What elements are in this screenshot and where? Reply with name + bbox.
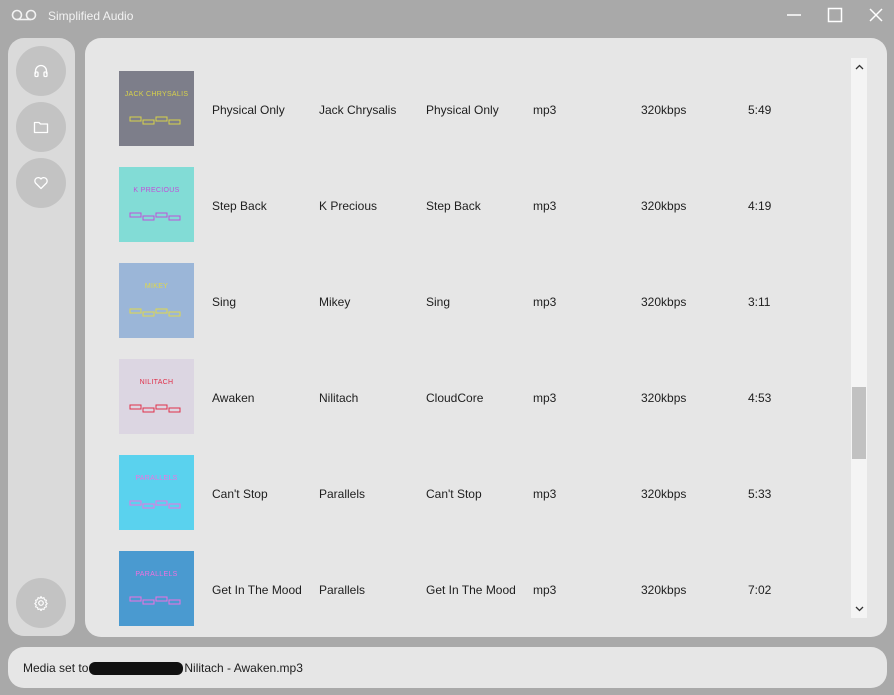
maximize-button[interactable] <box>817 0 853 30</box>
headphones-icon <box>34 64 48 78</box>
album-cover: K PRECIOUS <box>119 167 194 242</box>
status-message: Media set to Nilitach - Awaken.mp3 <box>23 661 303 675</box>
song-format: mp3 <box>533 487 557 501</box>
song-artist: K Precious <box>319 199 378 213</box>
song-title: Awaken <box>212 391 255 405</box>
song-artist: Nilitach <box>319 391 359 405</box>
now-playing-button[interactable] <box>16 46 66 96</box>
song-artist: Jack Chrysalis <box>319 103 397 117</box>
chevron-up-icon <box>855 64 863 70</box>
album-cover: MIKEY <box>119 263 194 338</box>
song-title: Step Back <box>212 199 267 213</box>
song-duration: 4:19 <box>748 199 772 213</box>
song-bitrate: 320kbps <box>641 583 687 597</box>
song-bitrate: 320kbps <box>641 103 687 117</box>
library-button[interactable] <box>16 102 66 152</box>
gear-icon <box>34 595 48 611</box>
song-row[interactable]: MIKEY Sing Mikey Sing mp3 320kbps 3:11 <box>85 263 845 359</box>
song-format: mp3 <box>533 103 557 117</box>
song-album: CloudCore <box>426 391 484 405</box>
song-duration: 7:02 <box>748 583 772 597</box>
song-duration: 5:49 <box>748 103 772 117</box>
song-duration: 4:53 <box>748 391 772 405</box>
album-cover-graphic <box>129 212 181 221</box>
heart-icon <box>34 176 48 190</box>
song-row[interactable]: K PRECIOUS Step Back K Precious Step Back mp… <box>85 167 845 263</box>
title-bar: Simplified Audio <box>0 0 894 32</box>
song-album: Can't Stop <box>426 487 482 501</box>
album-cover-graphic <box>129 596 181 605</box>
song-row[interactable]: NILITACH Awaken Nilitach CloudCore mp3 320kbp… <box>85 359 845 455</box>
redacted-path <box>89 661 184 675</box>
album-cover-text: MIKEY <box>144 283 169 290</box>
minimize-button[interactable] <box>776 0 812 30</box>
maximize-icon <box>827 7 843 23</box>
voicemail-icon <box>11 9 37 21</box>
window-title: Simplified Audio <box>48 9 134 23</box>
album-cover: JACK CHRYSALIS <box>119 71 194 146</box>
sidebar <box>8 38 75 636</box>
scroll-thumb[interactable] <box>852 387 866 459</box>
song-artist: Parallels <box>319 487 366 501</box>
album-cover-graphic <box>129 116 181 125</box>
song-title: Physical Only <box>212 103 285 117</box>
song-bitrate: 320kbps <box>641 295 687 309</box>
album-cover-graphic <box>129 404 181 413</box>
album-cover-text: JACK CHRYSALIS <box>124 91 189 98</box>
song-album: Sing <box>426 295 451 309</box>
status-bar: Media set to Nilitach - Awaken.mp3 <box>8 647 887 688</box>
song-row[interactable]: PARALLELS Get In The Mood Parallels Get In … <box>85 551 845 637</box>
song-artist: Parallels <box>319 583 366 597</box>
song-format: mp3 <box>533 583 557 597</box>
album-cover: PARALLELS <box>119 551 194 626</box>
album-cover-graphic <box>129 500 181 509</box>
song-format: mp3 <box>533 199 557 213</box>
song-album: Physical Only <box>426 103 499 117</box>
scroll-up-button[interactable] <box>851 60 867 74</box>
song-artist: Mikey <box>319 295 351 309</box>
song-bitrate: 320kbps <box>641 391 687 405</box>
minimize-icon <box>787 14 801 16</box>
album-cover-text: K PRECIOUS <box>133 187 180 194</box>
vertical-scrollbar[interactable] <box>851 58 867 618</box>
song-list: JACK CHRYSALIS Physical Only Jack Chrysali… <box>85 38 845 637</box>
song-duration: 3:11 <box>748 295 771 309</box>
song-album: Step Back <box>426 199 481 213</box>
song-format: mp3 <box>533 295 557 309</box>
song-bitrate: 320kbps <box>641 487 687 501</box>
status-prefix: Media set to <box>23 661 89 675</box>
scroll-down-button[interactable] <box>851 602 867 616</box>
song-format: mp3 <box>533 391 557 405</box>
song-duration: 5:33 <box>748 487 772 501</box>
album-cover-text: NILITACH <box>139 379 174 386</box>
song-bitrate: 320kbps <box>641 199 687 213</box>
song-title: Can't Stop <box>212 487 268 501</box>
song-title: Get In The Mood <box>212 583 302 597</box>
favorites-button[interactable] <box>16 158 66 208</box>
close-button[interactable] <box>858 0 894 30</box>
song-row[interactable]: JACK CHRYSALIS Physical Only Jack Chrysali… <box>85 71 845 167</box>
album-cover-text: PARALLELS <box>135 475 178 482</box>
status-filename: Nilitach - Awaken.mp3 <box>184 661 303 675</box>
album-cover-graphic <box>129 308 181 317</box>
song-list-panel: JACK CHRYSALIS Physical Only Jack Chrysali… <box>85 38 887 637</box>
album-cover: NILITACH <box>119 359 194 434</box>
song-row[interactable]: PARALLELS Can't Stop Parallels Can't Stop mp… <box>85 455 845 551</box>
album-cover-text: PARALLELS <box>135 571 178 578</box>
folder-icon <box>33 121 49 134</box>
song-album: Get In The Mood <box>426 583 516 597</box>
close-icon <box>869 8 883 22</box>
settings-button[interactable] <box>16 578 66 628</box>
album-cover: PARALLELS <box>119 455 194 530</box>
chevron-down-icon <box>855 606 863 612</box>
song-title: Sing <box>212 295 237 309</box>
